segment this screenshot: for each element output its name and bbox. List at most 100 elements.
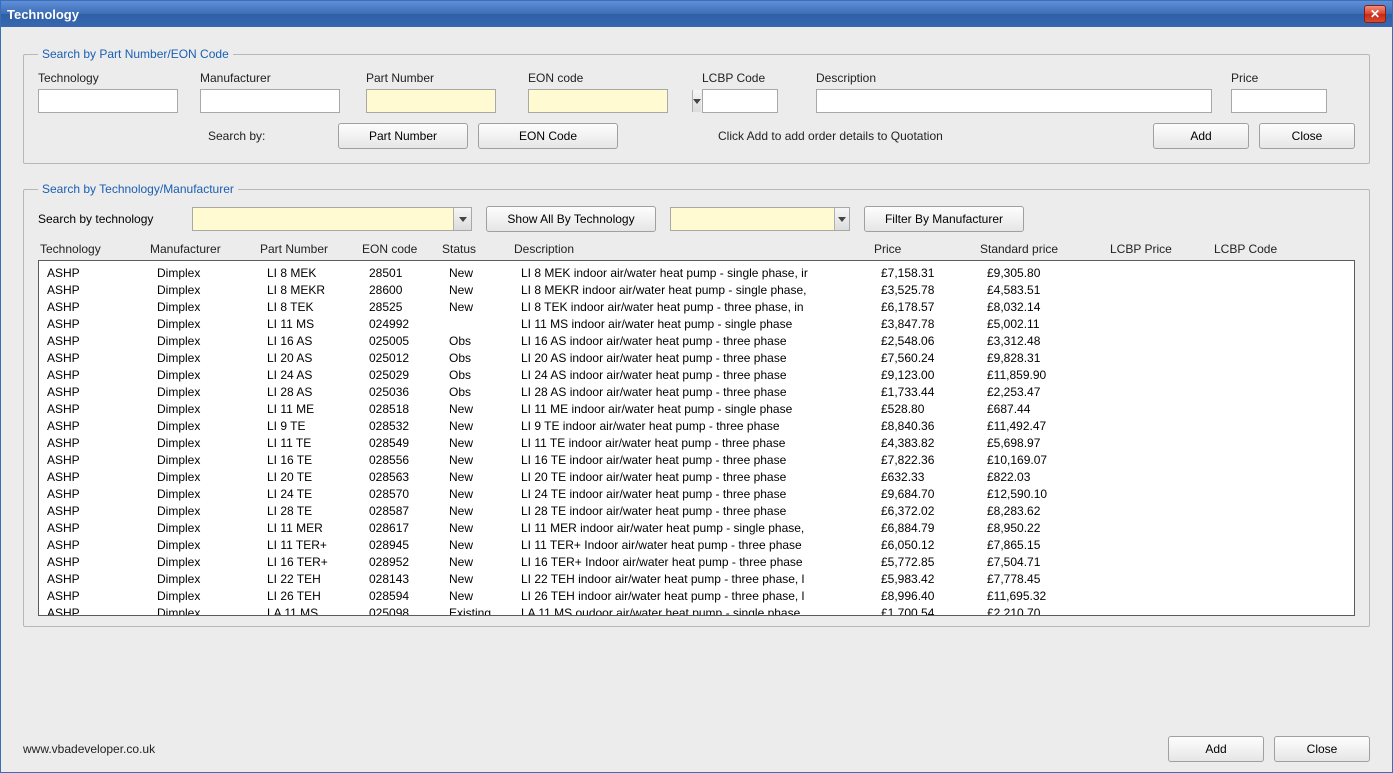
label-price: Price (1231, 71, 1341, 85)
cell-eon-code: 028570 (369, 486, 449, 503)
cell-standard-price: £11,492.47 (987, 418, 1117, 435)
chevron-down-icon[interactable] (692, 90, 701, 112)
eon-code-button[interactable]: EON Code (478, 123, 618, 149)
table-row[interactable]: ASHPDimplexLI 8 TEK28525NewLI 8 TEK indo… (47, 299, 1354, 316)
cell-lcbp-price (1117, 537, 1221, 554)
footer-add-button[interactable]: Add (1168, 736, 1264, 762)
show-all-by-technology-button[interactable]: Show All By Technology (486, 206, 656, 232)
cell-description: LI 11 ME indoor air/water heat pump - si… (521, 401, 881, 418)
label-manufacturer: Manufacturer (200, 71, 352, 85)
cell-status: New (449, 520, 521, 537)
cell-manufacturer: Dimplex (157, 435, 267, 452)
cell-eon-code: 028594 (369, 588, 449, 605)
cell-technology: ASHP (47, 418, 157, 435)
cell-standard-price: £4,583.51 (987, 282, 1117, 299)
lcbp-code-input[interactable] (702, 89, 778, 113)
table-row[interactable]: ASHPDimplexLI 26 TEH028594NewLI 26 TEH i… (47, 588, 1354, 605)
technology-combo-input[interactable] (193, 208, 453, 230)
eon-code-combo-input[interactable] (529, 90, 692, 112)
results-listbox[interactable]: ASHPDimplexLI 8 MEK28501NewLI 8 MEK indo… (38, 260, 1355, 616)
cell-lcbp-code (1221, 299, 1321, 316)
cell-price: £8,996.40 (881, 588, 987, 605)
chevron-down-icon[interactable] (834, 208, 849, 230)
description-input[interactable] (816, 89, 1212, 113)
cell-status: Obs (449, 350, 521, 367)
technology-input[interactable] (38, 89, 178, 113)
filter-by-manufacturer-button[interactable]: Filter By Manufacturer (864, 206, 1024, 232)
cell-status: New (449, 503, 521, 520)
cell-standard-price: £8,950.22 (987, 520, 1117, 537)
cell-part-number: LI 16 TE (267, 452, 369, 469)
cell-price: £528.80 (881, 401, 987, 418)
manufacturer-combo-input[interactable] (671, 208, 834, 230)
table-row[interactable]: ASHPDimplexLI 9 TE028532NewLI 9 TE indoo… (47, 418, 1354, 435)
table-row[interactable]: ASHPDimplexLI 24 AS025029ObsLI 24 AS ind… (47, 367, 1354, 384)
cell-status: New (449, 537, 521, 554)
cell-lcbp-price (1117, 486, 1221, 503)
table-row[interactable]: ASHPDimplexLI 20 TE028563NewLI 20 TE ind… (47, 469, 1354, 486)
table-row[interactable]: ASHPDimplexLI 11 MS024992LI 11 MS indoor… (47, 316, 1354, 333)
cell-standard-price: £822.03 (987, 469, 1117, 486)
technology-combo[interactable] (192, 207, 472, 231)
cell-part-number: LI 8 MEK (267, 265, 369, 282)
add-button[interactable]: Add (1153, 123, 1249, 149)
price-input[interactable] (1231, 89, 1327, 113)
cell-part-number: LI 16 AS (267, 333, 369, 350)
cell-manufacturer: Dimplex (157, 350, 267, 367)
cell-technology: ASHP (47, 520, 157, 537)
cell-lcbp-code (1221, 435, 1321, 452)
cell-status (449, 316, 521, 333)
cell-part-number: LI 26 TEH (267, 588, 369, 605)
results-header: Technology Manufacturer Part Number EON … (40, 242, 1355, 256)
cell-lcbp-code (1221, 282, 1321, 299)
chevron-down-icon[interactable] (453, 208, 471, 230)
table-row[interactable]: ASHPDimplexLI 16 TE028556NewLI 16 TE ind… (47, 452, 1354, 469)
cell-description: LI 11 MS indoor air/water heat pump - si… (521, 316, 881, 333)
table-row[interactable]: ASHPDimplexLI 28 AS025036ObsLI 28 AS ind… (47, 384, 1354, 401)
cell-lcbp-price (1117, 265, 1221, 282)
cell-status: Existing (449, 605, 521, 616)
cell-eon-code: 28600 (369, 282, 449, 299)
cell-eon-code: 028563 (369, 469, 449, 486)
eon-code-combo[interactable] (528, 89, 668, 113)
cell-part-number: LI 11 MS (267, 316, 369, 333)
table-row[interactable]: ASHPDimplexLI 22 TEH028143NewLI 22 TEH i… (47, 571, 1354, 588)
part-number-combo-input[interactable] (367, 90, 530, 112)
cell-manufacturer: Dimplex (157, 486, 267, 503)
cell-description: LI 28 TE indoor air/water heat pump - th… (521, 503, 881, 520)
cell-status: New (449, 588, 521, 605)
table-row[interactable]: ASHPDimplexLI 11 MER028617NewLI 11 MER i… (47, 520, 1354, 537)
window-close-button[interactable]: ✕ (1364, 5, 1386, 23)
cell-eon-code: 025036 (369, 384, 449, 401)
cell-lcbp-price (1117, 418, 1221, 435)
table-row[interactable]: ASHPDimplexLI 11 TER+028945NewLI 11 TER+… (47, 537, 1354, 554)
cell-description: LI 22 TEH indoor air/water heat pump - t… (521, 571, 881, 588)
part-number-combo[interactable] (366, 89, 496, 113)
table-row[interactable]: ASHPDimplexLI 16 TER+028952NewLI 16 TER+… (47, 554, 1354, 571)
table-row[interactable]: ASHPDimplexLI 8 MEK28501NewLI 8 MEK indo… (47, 265, 1354, 282)
cell-status: Obs (449, 333, 521, 350)
cell-price: £3,525.78 (881, 282, 987, 299)
cell-lcbp-price (1117, 316, 1221, 333)
table-row[interactable]: ASHPDimplexLI 8 MEKR28600NewLI 8 MEKR in… (47, 282, 1354, 299)
table-row[interactable]: ASHPDimplexLI 11 TE028549NewLI 11 TE ind… (47, 435, 1354, 452)
cell-price: £1,733.44 (881, 384, 987, 401)
close-button[interactable]: Close (1259, 123, 1355, 149)
manufacturer-combo[interactable] (670, 207, 850, 231)
cell-price: £2,548.06 (881, 333, 987, 350)
cell-status: Obs (449, 367, 521, 384)
cell-manufacturer: Dimplex (157, 503, 267, 520)
cell-standard-price: £2,210.70 (987, 605, 1117, 616)
cell-price: £1,700.54 (881, 605, 987, 616)
part-number-button[interactable]: Part Number (338, 123, 468, 149)
table-row[interactable]: ASHPDimplexLI 28 TE028587NewLI 28 TE ind… (47, 503, 1354, 520)
table-row[interactable]: ASHPDimplexLI 20 AS025012ObsLI 20 AS ind… (47, 350, 1354, 367)
footer-close-button[interactable]: Close (1274, 736, 1370, 762)
table-row[interactable]: ASHPDimplexLA 11 MS025098ExistingLA 11 M… (47, 605, 1354, 616)
table-row[interactable]: ASHPDimplexLI 11 ME028518NewLI 11 ME ind… (47, 401, 1354, 418)
manufacturer-input[interactable] (200, 89, 340, 113)
cell-description: LI 9 TE indoor air/water heat pump - thr… (521, 418, 881, 435)
table-row[interactable]: ASHPDimplexLI 24 TE028570NewLI 24 TE ind… (47, 486, 1354, 503)
table-row[interactable]: ASHPDimplexLI 16 AS025005ObsLI 16 AS ind… (47, 333, 1354, 350)
cell-manufacturer: Dimplex (157, 605, 267, 616)
